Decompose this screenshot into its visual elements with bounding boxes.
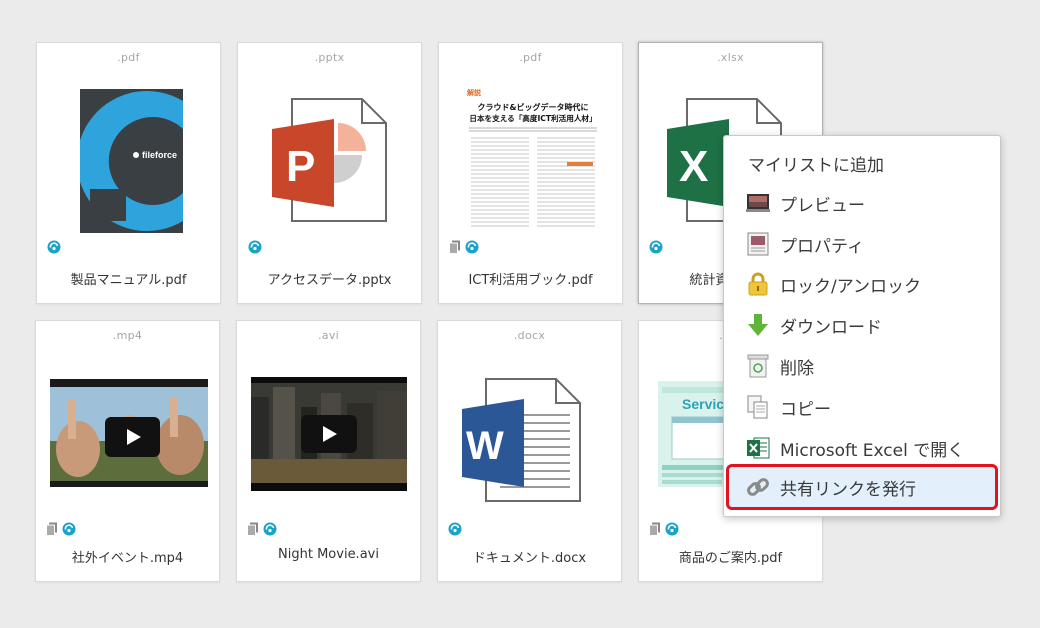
file-status-icons [649, 521, 679, 537]
file-status-icons [649, 239, 663, 255]
context-menu: マイリストに追加 プレビュー プロパティ ロック/アンロック ダウンロード 削除 [723, 135, 1001, 517]
menu-item-label: 削除 [780, 358, 814, 379]
xls-letter: X [679, 142, 708, 191]
pdf-thumbnail: 解説 クラウド&ビッグデータ時代に 日本を支える「高度ICT利活用人材」 [467, 88, 599, 236]
file-status-icons [46, 521, 76, 537]
menu-item-label: ロック/アンロック [780, 276, 922, 297]
menu-item-download[interactable]: ダウンロード [724, 306, 1000, 344]
copy-icon [746, 395, 770, 419]
menu-item-share-link[interactable]: 共有リンクを発行 [726, 464, 998, 510]
file-name: アクセスデータ.pptx [267, 273, 392, 288]
file-status-icons [449, 239, 479, 255]
file-card[interactable]: .avi Night Movie.avi [236, 320, 421, 582]
doc-title: 日本を支える「高度ICT利活用人材」 [469, 114, 597, 123]
file-extension: .mp4 [112, 329, 143, 342]
sync-icon [665, 522, 679, 536]
menu-item-label: ダウンロード [780, 317, 882, 338]
menu-item-delete[interactable]: 削除 [724, 347, 1000, 385]
menu-item-label: プロパティ [780, 236, 864, 257]
file-card[interactable]: .pptx P アクセスデータ.pptx [237, 42, 422, 304]
menu-item-label: コピー [780, 399, 831, 420]
word-file-icon: W [460, 375, 584, 505]
link-icon [746, 475, 770, 499]
menu-item-label: 共有リンクを発行 [780, 479, 916, 500]
file-name: ICT利活用ブック.pdf [468, 273, 593, 288]
sync-icon [47, 240, 61, 254]
pdf-thumbnail: fileforce [76, 89, 183, 233]
menu-item-label: プレビュー [780, 195, 865, 216]
file-status-icons [47, 239, 61, 255]
file-name: 商品のご案内.pdf [678, 551, 783, 566]
doc-title: クラウド&ビッグデータ時代に [477, 103, 589, 112]
copy-small-icon [649, 522, 661, 536]
service-heading: Servic [682, 396, 724, 412]
preview-icon [746, 191, 770, 215]
menu-item-add-to-mylist[interactable]: マイリストに追加 [724, 144, 1000, 182]
file-name: 社外イベント.mp4 [71, 551, 184, 566]
file-card[interactable]: .pdf 解説 クラウド&ビッグデータ時代に 日本を支える「高度ICT利活用人材… [438, 42, 623, 304]
file-card[interactable]: .mp4 社外イベント.mp4 [35, 320, 220, 582]
word-letter: W [466, 424, 504, 468]
excel-icon [746, 436, 770, 460]
properties-icon [746, 232, 770, 256]
menu-item-label: マイリストに追加 [748, 155, 884, 176]
brand-text: fileforce [142, 150, 177, 160]
menu-item-copy[interactable]: コピー [724, 388, 1000, 426]
sync-icon [248, 240, 262, 254]
powerpoint-file-icon: P [270, 95, 392, 225]
doc-tag: 解説 [467, 89, 481, 97]
video-thumbnail [50, 379, 208, 487]
sync-icon [448, 522, 462, 536]
sync-icon [649, 240, 663, 254]
file-extension: .pdf [519, 51, 542, 64]
menu-item-lock-unlock[interactable]: ロック/アンロック [724, 265, 1000, 303]
sync-icon [62, 522, 76, 536]
copy-small-icon [247, 522, 259, 536]
menu-item-preview[interactable]: プレビュー [724, 184, 1000, 222]
sync-icon [263, 522, 277, 536]
menu-item-properties[interactable]: プロパティ [724, 225, 1000, 263]
menu-item-open-excel[interactable]: Microsoft Excel で開く [724, 429, 1000, 467]
file-name: 製品マニュアル.pdf [70, 273, 187, 288]
file-extension: .pptx [314, 51, 345, 64]
download-icon [746, 313, 770, 337]
file-extension: .pdf [117, 51, 140, 64]
file-extension: .avi [317, 329, 339, 342]
file-status-icons [248, 239, 262, 255]
sync-icon [465, 240, 479, 254]
file-card[interactable]: .docx W ドキュメント.docx [437, 320, 622, 582]
trash-icon [746, 354, 770, 378]
lock-icon [746, 272, 770, 296]
video-thumbnail [251, 377, 407, 491]
file-name: ドキュメント.docx [472, 551, 587, 566]
ppt-letter: P [286, 142, 315, 191]
file-card[interactable]: .pdf fileforce 製品マニュアル.pdf [36, 42, 221, 304]
file-extension: .xlsx [717, 51, 744, 64]
menu-item-label: Microsoft Excel で開く [780, 440, 965, 461]
file-extension: .docx [513, 329, 546, 342]
file-status-icons [247, 521, 277, 537]
copy-small-icon [46, 522, 58, 536]
file-status-icons [448, 521, 462, 537]
file-name: Night Movie.avi [278, 547, 379, 562]
copy-small-icon [449, 240, 461, 254]
